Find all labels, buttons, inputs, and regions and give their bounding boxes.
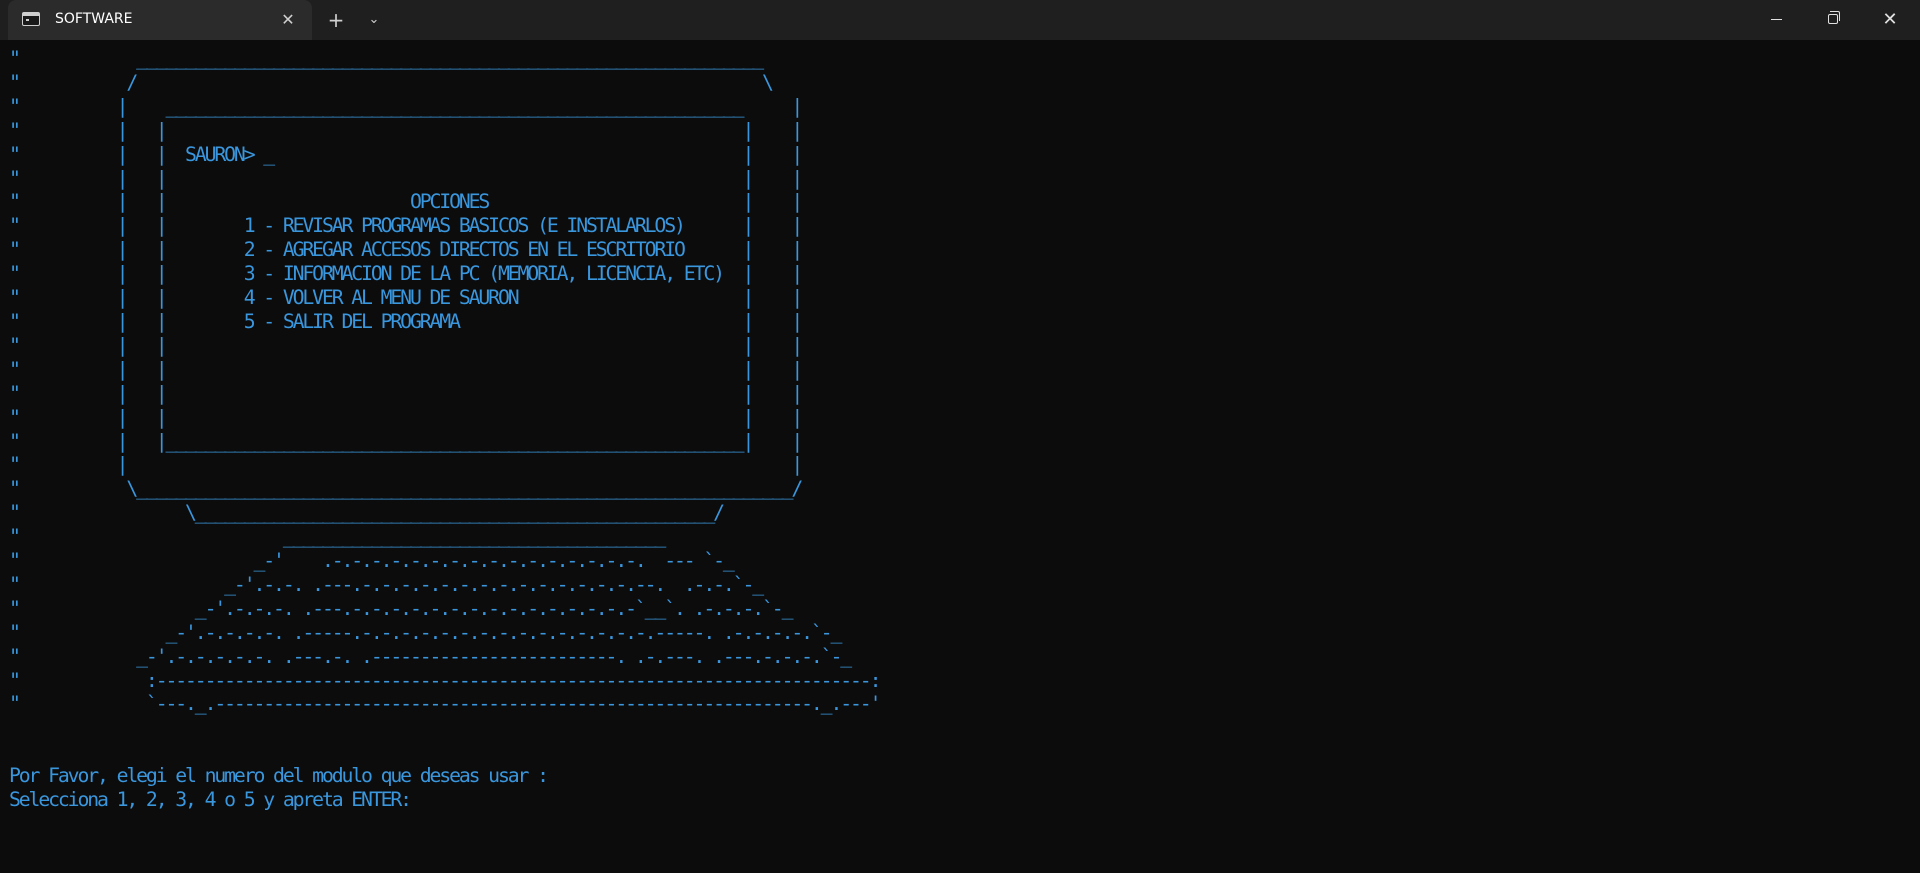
tab-dropdown-button[interactable]: ⌄ <box>360 8 388 32</box>
tab-title: SOFTWARE <box>55 11 133 27</box>
terminal-output: " ______________________________________… <box>9 47 882 812</box>
terminal-area[interactable]: " ______________________________________… <box>0 40 1920 873</box>
close-tab-button[interactable]: ✕ <box>276 8 300 32</box>
minimize-button[interactable] <box>1748 0 1804 40</box>
close-icon: ✕ <box>1882 9 1898 30</box>
close-window-button[interactable]: ✕ <box>1862 0 1918 40</box>
terminal-icon <box>22 12 40 26</box>
minimize-icon <box>1771 19 1782 20</box>
title-bar: SOFTWARE ✕ + ⌄ ✕ <box>0 0 1920 40</box>
restore-icon <box>1828 11 1840 24</box>
maximize-button[interactable] <box>1804 0 1860 40</box>
new-tab-button[interactable]: + <box>322 8 350 32</box>
tab-software[interactable]: SOFTWARE ✕ <box>8 0 312 40</box>
